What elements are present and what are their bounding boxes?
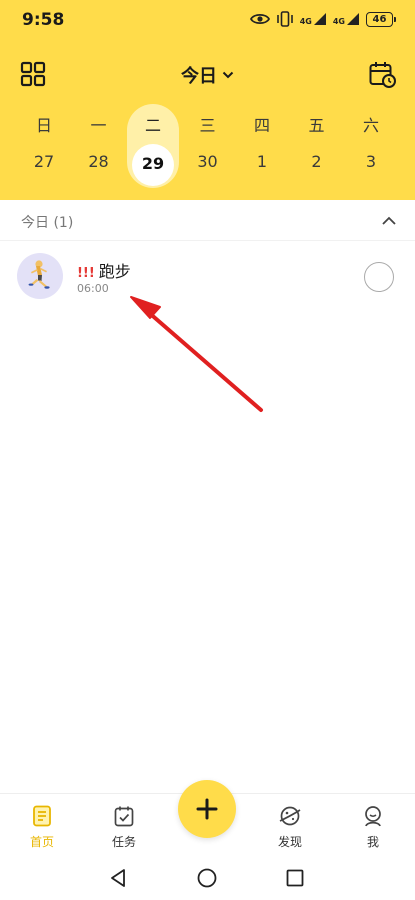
- day-tuesday-selected[interactable]: 二 29: [126, 104, 180, 188]
- weekday-label: 一: [90, 116, 107, 135]
- status-icons: 4G 4G 46: [249, 11, 396, 27]
- tab-label: 任务: [111, 835, 136, 849]
- date-label: 27: [33, 152, 55, 171]
- day-friday[interactable]: 五 2: [290, 104, 344, 188]
- profile-icon: [365, 806, 381, 827]
- vibrate-icon: [276, 11, 293, 27]
- task-item[interactable]: !!! 跑步 06:00: [0, 242, 415, 312]
- day-saturday[interactable]: 六 3: [344, 104, 398, 188]
- task-name: 跑步: [98, 262, 131, 281]
- day-thursday[interactable]: 四 1: [235, 104, 289, 188]
- date-label: 3: [365, 152, 377, 171]
- date-label: 1: [256, 152, 268, 171]
- date-label: 30: [197, 152, 218, 171]
- back-triangle-icon[interactable]: [108, 867, 130, 889]
- task-calendar-icon: [114, 806, 134, 827]
- system-nav-bar: [0, 855, 415, 900]
- status-bar: 9:58 4G 4G 46: [0, 0, 415, 40]
- chevron-down-icon: [222, 71, 234, 79]
- tab-label: 首页: [29, 835, 54, 849]
- task-avatar: [17, 253, 63, 299]
- home-circle-icon[interactable]: [196, 867, 218, 889]
- task-title-row: !!! 跑步: [77, 258, 131, 282]
- tab-home[interactable]: 首页: [12, 794, 72, 856]
- signal-icon-2: 4G: [333, 12, 360, 26]
- plus-icon: [196, 798, 218, 820]
- week-strip: 日 27 一 28 二 29 三 30 四 1 五 2 六 3: [17, 104, 398, 188]
- priority-marker: !!!: [77, 266, 95, 281]
- chevron-up-icon[interactable]: [381, 213, 397, 229]
- eye-icon: [249, 13, 270, 25]
- day-sunday[interactable]: 日 27: [17, 104, 71, 188]
- day-wednesday[interactable]: 三 30: [181, 104, 235, 188]
- tab-discover[interactable]: 发现: [260, 794, 320, 856]
- weekday-label: 三: [199, 116, 216, 135]
- network-label-2: 4G: [332, 17, 345, 26]
- recents-square-icon[interactable]: [284, 867, 306, 889]
- signal-icon-1: 4G: [300, 12, 327, 26]
- day-monday[interactable]: 一 28: [72, 104, 126, 188]
- today-section-header[interactable]: 今日 (1): [0, 201, 415, 241]
- date-title-dropdown[interactable]: 今日: [181, 62, 234, 88]
- calendar-clock-icon[interactable]: [368, 60, 396, 88]
- weekday-label: 五: [308, 116, 325, 135]
- tab-tasks[interactable]: 任务: [94, 794, 154, 856]
- date-label: 29: [141, 154, 165, 173]
- network-label-1: 4G: [299, 17, 312, 26]
- tab-label: 发现: [277, 835, 302, 849]
- battery-icon: 46: [366, 11, 396, 27]
- task-complete-checkbox[interactable]: [364, 262, 394, 292]
- tab-profile[interactable]: 我: [343, 794, 403, 856]
- weekday-label: 四: [253, 116, 270, 135]
- section-title: 今日 (1): [21, 215, 74, 231]
- status-time: 9:58: [22, 10, 65, 30]
- runner-icon: [28, 260, 50, 289]
- weekday-label: 二: [144, 116, 161, 135]
- task-time: 06:00: [77, 282, 109, 295]
- page-title: 今日: [181, 66, 217, 87]
- home-notes-icon: [33, 805, 51, 827]
- discover-planet-icon: [279, 806, 301, 826]
- add-task-button[interactable]: [178, 780, 236, 838]
- date-label: 2: [311, 152, 322, 171]
- weekday-label: 六: [362, 116, 379, 135]
- weekday-label: 日: [35, 116, 52, 135]
- date-label: 28: [88, 152, 109, 171]
- tab-label: 我: [366, 835, 379, 849]
